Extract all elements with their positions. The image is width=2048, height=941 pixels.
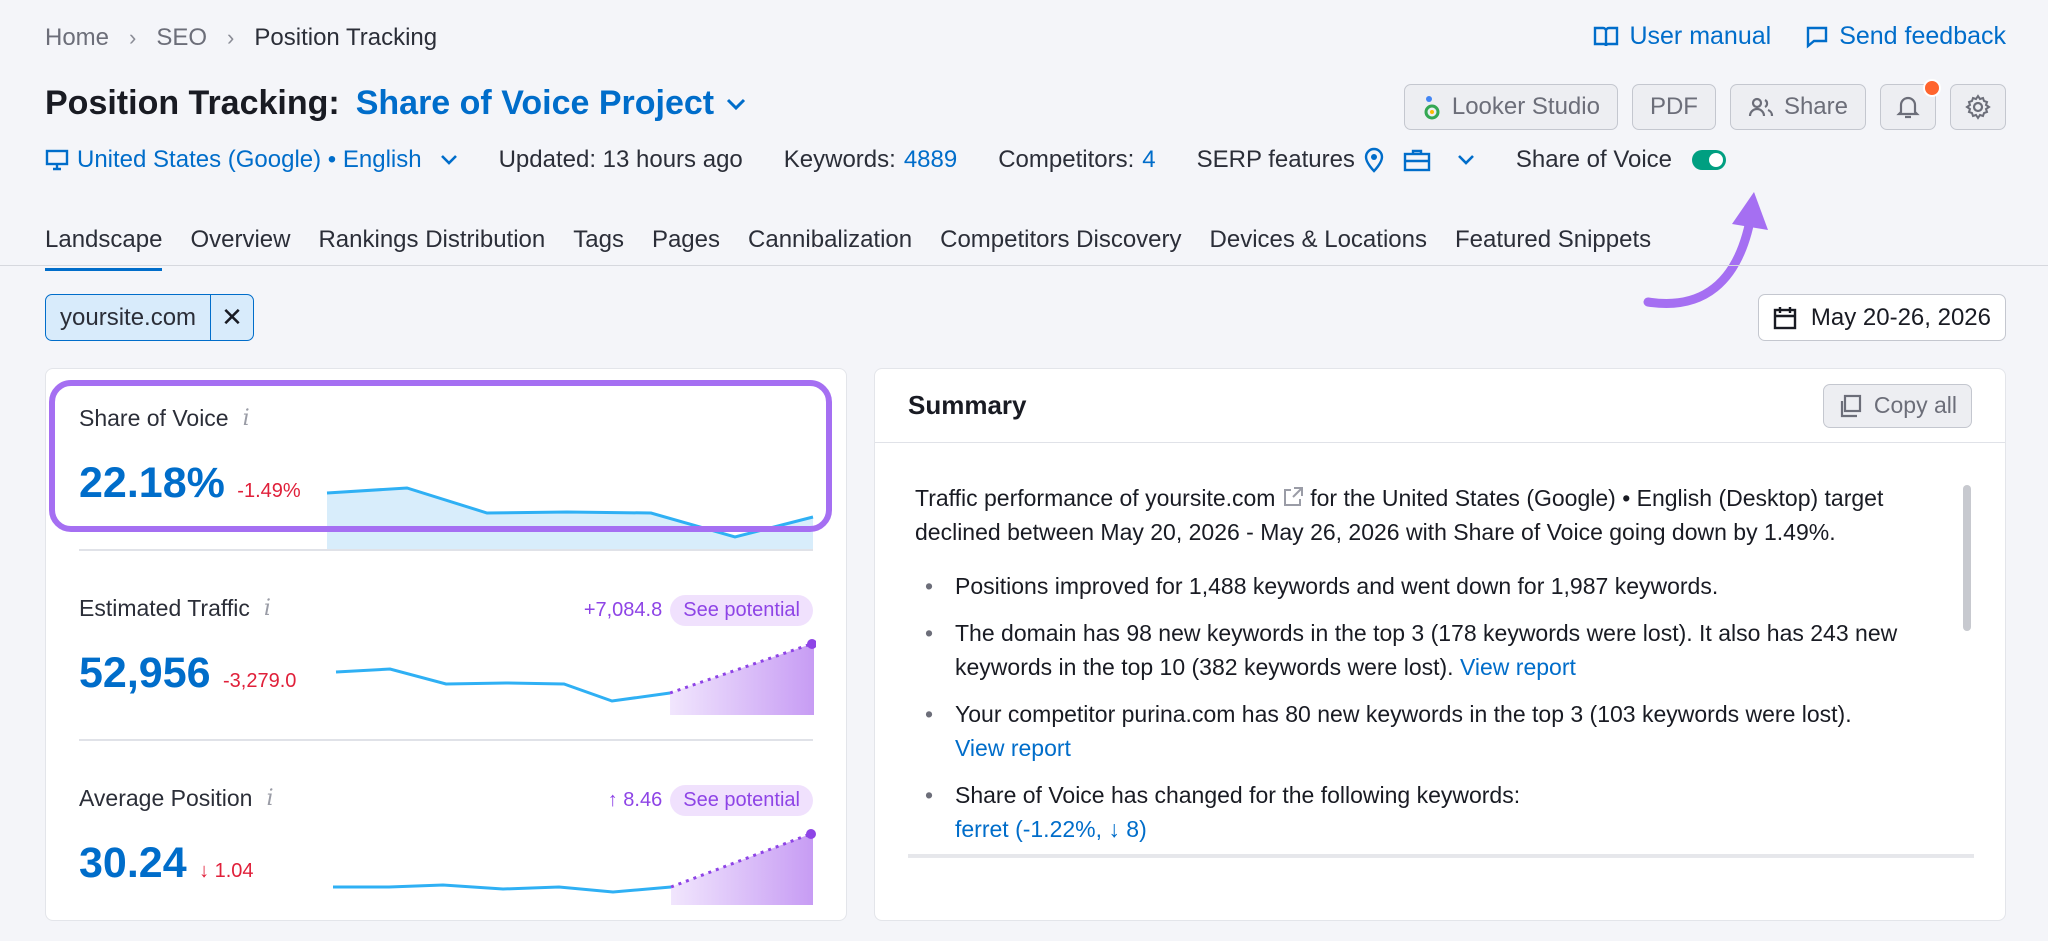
info-icon[interactable]: i [264,596,271,621]
share-button[interactable]: Share [1729,84,1866,130]
position-delta: ↓ 1.04 [199,860,254,882]
briefcase-icon [1403,149,1431,172]
metric-average-position[interactable]: Average Position i ↑ 8.46 See potential 3… [79,785,816,905]
position-potential: ↑ 8.46 See potential [608,785,813,816]
looker-studio-button[interactable]: Looker Studio [1403,84,1618,130]
toolbar: Looker Studio PDF Share [1403,79,2006,130]
list-item: Your competitor purina.com has 80 new ke… [915,697,1931,765]
see-potential-button[interactable]: See potential [670,785,813,816]
date-range-picker[interactable]: May 20-26, 2026 [1757,294,2006,341]
monitor-icon [45,149,69,171]
summary-fade [908,856,1974,920]
breadcrumb-seo[interactable]: SEO [156,24,207,52]
send-feedback-link[interactable]: Send feedback [1805,22,2006,51]
notifications-button[interactable] [1880,79,1941,130]
book-icon [1594,26,1619,46]
competitors-value[interactable]: 4 [1142,146,1155,174]
domain-filter-label[interactable]: yoursite.com [46,295,212,340]
calendar-icon [1773,306,1797,329]
chevron-right-icon: › [129,25,137,50]
page-title: Position Tracking: Share of Voice Projec… [45,84,746,123]
view-report-link[interactable]: View report [955,735,1071,761]
summary-domain[interactable]: yoursite.com [1145,485,1275,511]
list-item: The domain has 98 new keywords in the to… [915,616,1931,684]
copy-icon [1840,394,1861,417]
competitors-count: Competitors: 4 [998,146,1156,174]
traffic-potential: +7,084.8 See potential [584,595,813,626]
breadcrumb-current: Position Tracking [254,24,438,51]
notification-badge [1923,79,1941,97]
traffic-sparkline [335,639,816,715]
looker-studio-icon [1424,96,1440,120]
info-icon[interactable]: i [266,786,273,811]
view-report-link[interactable]: View report [1460,654,1576,680]
tab-divider [0,265,2048,266]
keywords-value[interactable]: 4889 [904,146,957,174]
updated-status: Updated: 13 hours ago [498,146,743,173]
chat-bubble-icon [1807,26,1828,49]
metric-divider [79,739,813,741]
traffic-value: 52,956 [79,649,211,697]
chevron-down-icon [1458,155,1474,165]
bell-icon [1896,96,1920,119]
metric-divider [79,549,813,551]
breadcrumb-home[interactable]: Home [45,24,109,52]
share-of-voice-highlight [49,380,832,532]
serp-features-selector[interactable]: SERP features [1197,146,1475,174]
chevron-right-icon: › [227,25,235,50]
keywords-count: Keywords: 4889 [783,146,958,174]
see-potential-button[interactable]: See potential [670,595,813,626]
summary-panel: Summary Copy all Traffic performance of … [874,368,2006,921]
domain-filter-chip: yoursite.com ✕ [45,294,255,341]
map-pin-icon [1364,147,1384,173]
project-selector[interactable]: Share of Voice Project [356,84,746,123]
traffic-delta: -3,279.0 [222,670,297,692]
metric-estimated-traffic[interactable]: Estimated Traffic i +7,084.8 See potentia… [79,595,816,715]
chevron-down-icon [727,98,746,110]
position-value: 30.24 [79,839,187,887]
summary-title: Summary [908,390,1027,420]
pdf-button[interactable]: PDF [1631,84,1716,130]
location-selector[interactable]: United States (Google) • English [45,146,458,174]
breadcrumb: Home › SEO › Position Tracking [45,24,437,52]
keyword-link[interactable]: ferret (-1.22%, ↓ 8) [955,816,1147,842]
close-icon[interactable]: ✕ [211,295,253,340]
share-of-voice-toggle[interactable] [1692,150,1727,170]
position-sparkline [333,829,816,905]
settings-button[interactable] [1950,84,2006,130]
gear-icon [1965,94,1991,120]
list-item: Positions improved for 1,488 keywords an… [915,569,1931,603]
summary-scrollbar[interactable] [1963,485,1971,631]
user-manual-link[interactable]: User manual [1593,22,1771,51]
list-item: Share of Voice has changed for the follo… [915,778,1931,846]
external-link-icon[interactable] [1282,486,1304,508]
share-of-voice-toggle-group: Share of Voice [1516,146,1727,174]
copy-all-button[interactable]: Copy all [1822,383,1972,428]
summary-list: Positions improved for 1,488 keywords an… [915,569,1931,846]
project-meta: United States (Google) • English Updated… [45,146,1767,174]
chevron-down-icon [440,155,457,165]
top-links: User manual Send feedback [1593,22,2006,51]
summary-text: Traffic performance of yoursite.com for … [875,443,2005,846]
users-icon [1748,97,1774,117]
